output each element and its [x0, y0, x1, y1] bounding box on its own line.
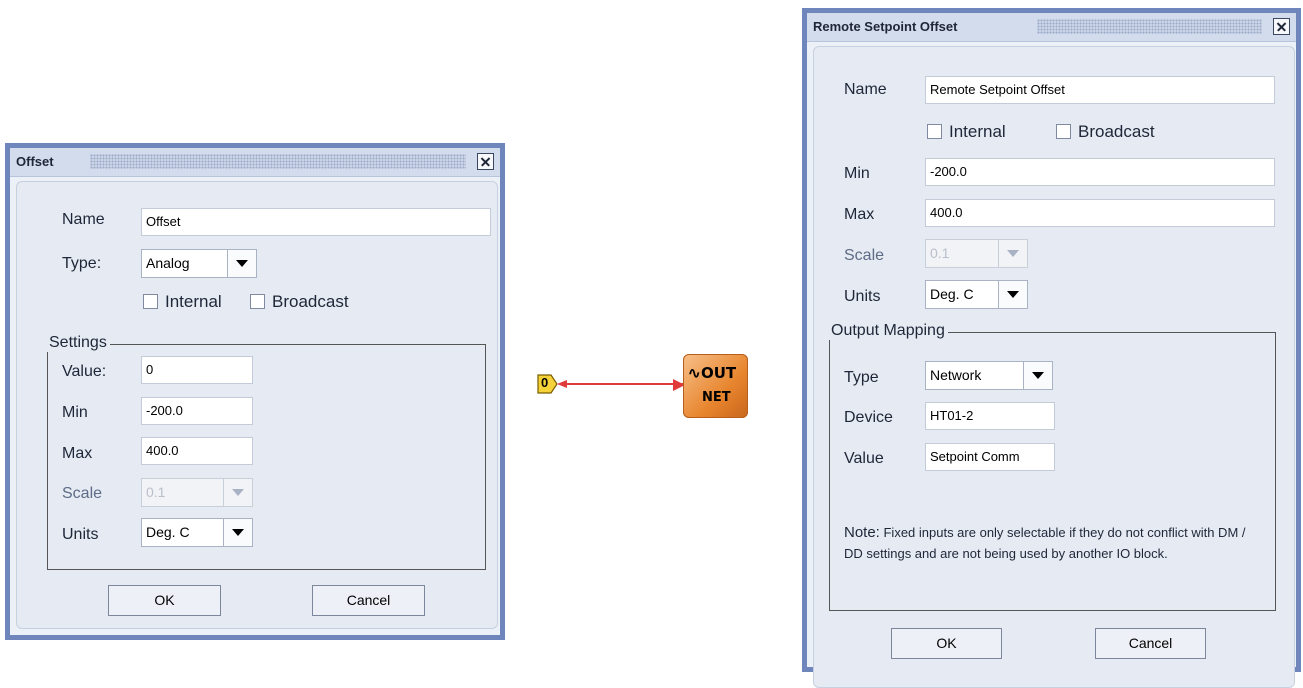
remote-panel: Name Remote Setpoint Offset Internal Bro… — [813, 46, 1295, 688]
titlebar-grip[interactable] — [1037, 19, 1262, 34]
cancel-button[interactable]: Cancel — [1095, 628, 1206, 659]
out-block-top-label: OUT — [701, 364, 737, 382]
type-label: Type — [844, 369, 879, 386]
scale-select-value: 0.1 — [930, 245, 950, 261]
internal-checkbox[interactable]: Internal — [927, 122, 1027, 143]
offset-dialog: Offset Name Offset Type: Analog Internal… — [5, 143, 505, 640]
remote-title: Remote Setpoint Offset — [813, 19, 964, 34]
scale-select: 0.1 — [925, 239, 1028, 268]
max-label: Max — [62, 445, 93, 462]
min-label: Min — [844, 165, 870, 182]
ok-button[interactable]: OK — [108, 585, 221, 616]
device-field[interactable]: HT01-2 — [925, 402, 1055, 430]
checkbox-box[interactable] — [143, 294, 158, 309]
device-label: Device — [844, 409, 893, 426]
min-field[interactable]: -200.0 — [925, 158, 1275, 186]
ok-button[interactable]: OK — [891, 628, 1002, 659]
name-label: Name — [62, 211, 105, 228]
wire[interactable] — [567, 383, 683, 385]
chevron-down-icon[interactable] — [998, 281, 1027, 308]
close-icon[interactable] — [1273, 18, 1290, 35]
mapping-note: Note: Fixed inputs are only selectable i… — [844, 522, 1264, 564]
name-field[interactable]: Remote Setpoint Offset — [925, 76, 1275, 104]
units-select[interactable]: Deg. C — [925, 280, 1028, 309]
constant-input-block[interactable]: 0 — [537, 373, 569, 400]
chevron-down-icon[interactable] — [223, 519, 252, 546]
value-label: Value: — [62, 363, 107, 380]
units-select-value: Deg. C — [930, 286, 974, 302]
output-mapping-legend: Output Mapping — [828, 322, 948, 340]
min-field[interactable]: -200.0 — [141, 397, 253, 425]
name-label: Name — [844, 81, 887, 98]
scale-select-value: 0.1 — [146, 484, 166, 500]
value-field[interactable]: 0 — [141, 356, 253, 384]
type-select-value: Network — [930, 367, 982, 383]
remote-setpoint-dialog: Remote Setpoint Offset Name Remote Setpo… — [802, 8, 1301, 688]
scale-label: Scale — [62, 485, 103, 502]
scale-select: 0.1 — [141, 478, 253, 507]
close-icon[interactable] — [477, 153, 494, 170]
value-label: Value — [844, 450, 884, 467]
cancel-button[interactable]: Cancel — [312, 585, 425, 616]
network-output-block[interactable]: ∿ OUT NET — [683, 354, 748, 418]
max-field[interactable]: 400.0 — [141, 437, 253, 465]
out-block-bottom-label: NET — [702, 390, 731, 405]
offset-title: Offset — [16, 154, 60, 169]
type-select[interactable]: Network — [925, 361, 1053, 390]
units-label: Units — [844, 288, 881, 305]
remote-titlebar[interactable]: Remote Setpoint Offset — [807, 13, 1296, 42]
settings-legend: Settings — [46, 334, 110, 352]
input-tag-label: 0 — [541, 375, 549, 390]
checkbox-box[interactable] — [250, 294, 265, 309]
units-select-value: Deg. C — [146, 524, 190, 540]
offset-titlebar[interactable]: Offset — [10, 148, 500, 177]
offset-panel: Name Offset Type: Analog Internal Broadc… — [16, 181, 498, 629]
titlebar-grip[interactable] — [90, 154, 466, 169]
units-select[interactable]: Deg. C — [141, 518, 253, 547]
note-prefix: Note: — [844, 524, 880, 541]
max-field[interactable]: 400.0 — [925, 199, 1275, 227]
type-select-value: Analog — [146, 255, 190, 271]
type-select[interactable]: Analog — [141, 249, 257, 278]
chevron-down-icon[interactable] — [227, 250, 256, 277]
checkbox-box[interactable] — [927, 124, 942, 139]
settings-group: Settings — [46, 334, 486, 570]
internal-checkbox[interactable]: Internal — [143, 292, 243, 313]
broadcast-checkbox[interactable]: Broadcast — [250, 292, 370, 313]
chevron-down-icon[interactable] — [1023, 362, 1052, 389]
broadcast-checkbox[interactable]: Broadcast — [1056, 122, 1176, 143]
out-wave-icon: ∿ — [688, 365, 701, 382]
value-field[interactable]: Setpoint Comm — [925, 443, 1055, 471]
min-label: Min — [62, 404, 88, 421]
internal-label: Internal — [949, 122, 1006, 141]
type-label: Type: — [62, 255, 102, 272]
name-field[interactable]: Offset — [141, 208, 491, 236]
chevron-down-icon — [223, 479, 252, 506]
max-label: Max — [844, 206, 875, 223]
note-text: Fixed inputs are only selectable if they… — [844, 525, 1246, 561]
broadcast-label: Broadcast — [1078, 122, 1155, 141]
checkbox-box[interactable] — [1056, 124, 1071, 139]
units-label: Units — [62, 526, 99, 543]
chevron-down-icon — [998, 240, 1027, 267]
broadcast-label: Broadcast — [272, 292, 349, 311]
scale-label: Scale — [844, 247, 885, 264]
internal-label: Internal — [165, 292, 222, 311]
